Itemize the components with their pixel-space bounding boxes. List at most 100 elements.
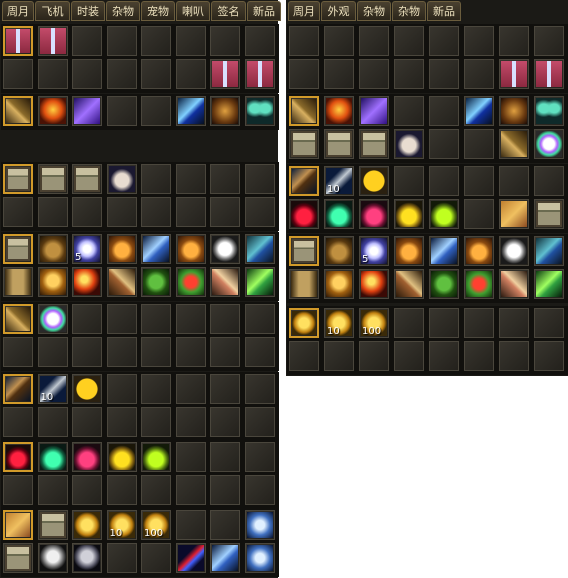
- empty-slot[interactable]: [210, 374, 240, 404]
- item-slot[interactable]: [175, 234, 206, 264]
- item-slot[interactable]: [72, 543, 102, 573]
- item-slot[interactable]: [324, 269, 354, 299]
- empty-slot[interactable]: [3, 197, 33, 227]
- empty-slot[interactable]: [141, 164, 171, 194]
- item-slot[interactable]: [210, 543, 240, 573]
- item-slot[interactable]: [3, 374, 33, 404]
- tab-6[interactable]: 喇叭: [176, 1, 210, 21]
- item-slot[interactable]: [289, 236, 319, 266]
- empty-slot[interactable]: [324, 26, 354, 56]
- item-slot[interactable]: [394, 129, 424, 159]
- empty-slot[interactable]: [141, 304, 171, 334]
- empty-slot[interactable]: [106, 59, 137, 89]
- item-slot[interactable]: [359, 199, 389, 229]
- empty-slot[interactable]: [72, 26, 102, 56]
- empty-slot[interactable]: [72, 475, 102, 505]
- empty-slot[interactable]: [499, 26, 529, 56]
- empty-slot[interactable]: [175, 475, 206, 505]
- empty-slot[interactable]: [244, 164, 275, 194]
- empty-slot[interactable]: [210, 475, 240, 505]
- empty-slot[interactable]: [429, 59, 459, 89]
- item-slot[interactable]: [37, 543, 68, 573]
- item-slot[interactable]: [394, 269, 424, 299]
- item-slot[interactable]: [37, 442, 68, 472]
- item-slot[interactable]: [464, 236, 494, 266]
- item-slot[interactable]: [72, 442, 102, 472]
- item-slot[interactable]: [3, 267, 33, 297]
- empty-slot[interactable]: [175, 59, 206, 89]
- empty-slot[interactable]: [394, 308, 424, 338]
- empty-slot[interactable]: [3, 337, 33, 367]
- empty-slot[interactable]: [141, 197, 171, 227]
- empty-slot[interactable]: [244, 26, 275, 56]
- empty-slot[interactable]: [72, 407, 102, 437]
- item-slot[interactable]: [534, 129, 564, 159]
- item-slot[interactable]: 100: [141, 510, 171, 540]
- item-slot[interactable]: [72, 374, 102, 404]
- item-slot[interactable]: [289, 308, 319, 338]
- item-slot[interactable]: [244, 96, 275, 126]
- item-slot[interactable]: [3, 304, 33, 334]
- tab-5[interactable]: 新品: [427, 1, 461, 21]
- item-slot[interactable]: [429, 236, 459, 266]
- empty-slot[interactable]: [324, 59, 354, 89]
- empty-slot[interactable]: [244, 407, 275, 437]
- empty-slot[interactable]: [244, 475, 275, 505]
- item-slot[interactable]: [37, 164, 68, 194]
- item-slot[interactable]: [324, 96, 354, 126]
- empty-slot[interactable]: [210, 164, 240, 194]
- empty-slot[interactable]: [72, 304, 102, 334]
- empty-slot[interactable]: [210, 197, 240, 227]
- item-slot[interactable]: [210, 267, 240, 297]
- empty-slot[interactable]: [72, 337, 102, 367]
- item-slot[interactable]: [141, 267, 171, 297]
- item-slot[interactable]: [210, 234, 240, 264]
- empty-slot[interactable]: [289, 26, 319, 56]
- tab-7[interactable]: 签名: [211, 1, 246, 21]
- item-slot[interactable]: [37, 267, 68, 297]
- empty-slot[interactable]: [175, 442, 206, 472]
- item-slot[interactable]: [534, 96, 564, 126]
- item-slot[interactable]: [534, 269, 564, 299]
- empty-slot[interactable]: [244, 304, 275, 334]
- item-slot[interactable]: [244, 267, 275, 297]
- empty-slot[interactable]: [3, 475, 33, 505]
- item-slot[interactable]: [359, 96, 389, 126]
- empty-slot[interactable]: [244, 197, 275, 227]
- empty-slot[interactable]: [210, 337, 240, 367]
- item-slot[interactable]: [175, 543, 206, 573]
- empty-slot[interactable]: [534, 166, 564, 196]
- item-slot[interactable]: [106, 164, 137, 194]
- empty-slot[interactable]: [394, 341, 424, 371]
- item-slot[interactable]: [534, 59, 564, 89]
- empty-slot[interactable]: [429, 166, 459, 196]
- empty-slot[interactable]: [394, 26, 424, 56]
- item-slot[interactable]: [499, 199, 529, 229]
- item-slot[interactable]: [499, 59, 529, 89]
- empty-slot[interactable]: [394, 166, 424, 196]
- empty-slot[interactable]: [464, 166, 494, 196]
- item-slot[interactable]: [72, 510, 102, 540]
- empty-slot[interactable]: [175, 197, 206, 227]
- empty-slot[interactable]: [106, 543, 137, 573]
- item-slot[interactable]: [3, 96, 33, 126]
- empty-slot[interactable]: [175, 407, 206, 437]
- tab-2[interactable]: 飞机: [35, 1, 70, 21]
- item-slot[interactable]: 5: [72, 234, 102, 264]
- item-slot[interactable]: [37, 510, 68, 540]
- item-slot[interactable]: [72, 164, 102, 194]
- item-slot[interactable]: [359, 129, 389, 159]
- empty-slot[interactable]: [106, 26, 137, 56]
- empty-slot[interactable]: [141, 374, 171, 404]
- empty-slot[interactable]: [210, 510, 240, 540]
- item-slot[interactable]: [289, 96, 319, 126]
- empty-slot[interactable]: [72, 197, 102, 227]
- tab-4[interactable]: 杂物: [106, 1, 140, 21]
- empty-slot[interactable]: [244, 442, 275, 472]
- empty-slot[interactable]: [464, 199, 494, 229]
- empty-slot[interactable]: [429, 26, 459, 56]
- empty-slot[interactable]: [175, 164, 206, 194]
- item-slot[interactable]: [429, 199, 459, 229]
- item-slot[interactable]: [106, 442, 137, 472]
- item-slot[interactable]: [37, 304, 68, 334]
